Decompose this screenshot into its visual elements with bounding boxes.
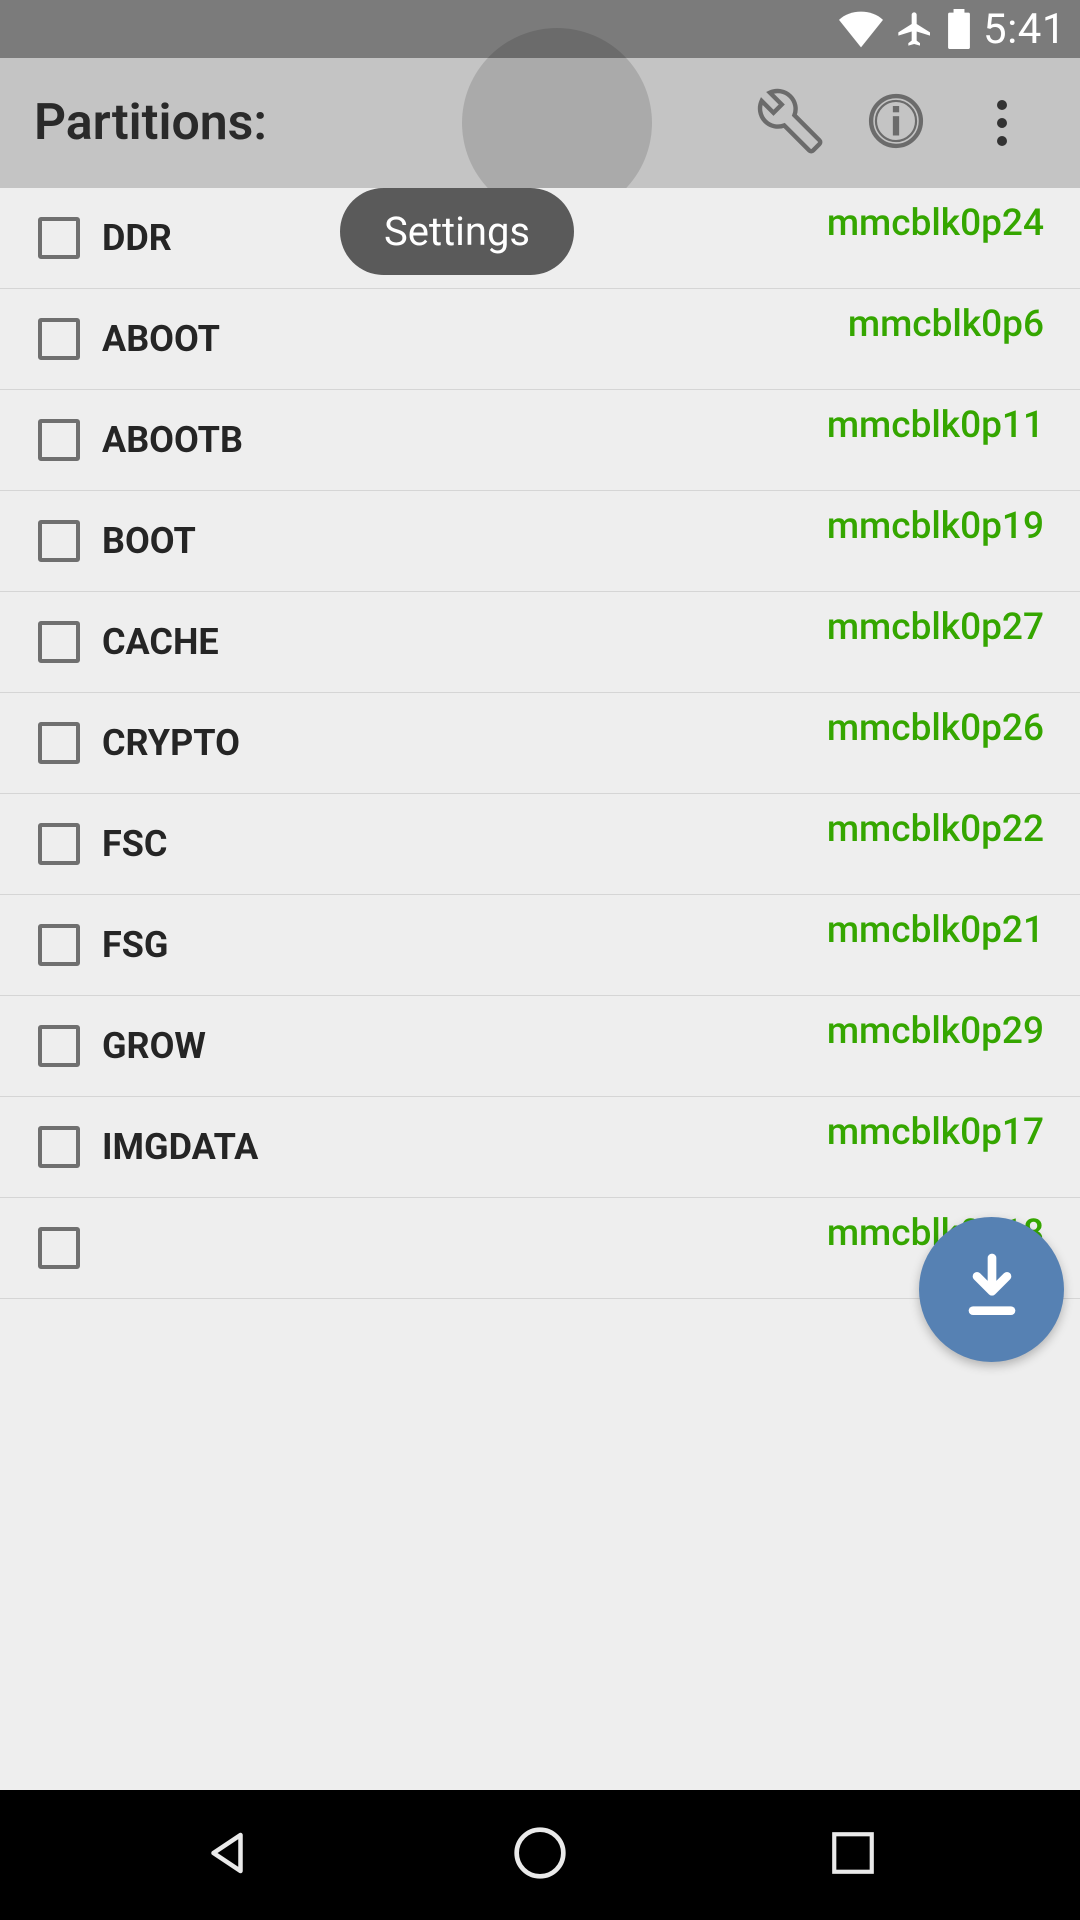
list-item[interactable]: mmcblk0p18	[0, 1198, 1080, 1299]
list-item[interactable]: GROWmmcblk0p29	[0, 996, 1080, 1097]
checkbox[interactable]	[38, 722, 80, 764]
recents-button[interactable]	[808, 1810, 898, 1900]
partition-list[interactable]: DDRmmcblk0p24ABOOTmmcblk0p6ABOOTBmmcblk0…	[0, 188, 1080, 1299]
partition-name: GROW	[102, 1025, 827, 1067]
list-item[interactable]: FSCmmcblk0p22	[0, 794, 1080, 895]
settings-button[interactable]	[760, 93, 820, 153]
home-button[interactable]	[495, 1810, 585, 1900]
checkbox[interactable]	[38, 924, 80, 966]
triangle-back-icon	[200, 1826, 254, 1884]
action-icons	[760, 58, 1080, 188]
screen: 5:41 Partitions: DDRmmcblk0p24ABOOTm	[0, 0, 1080, 1920]
tooltip-label: Settings	[384, 208, 530, 255]
partition-name: ABOOT	[102, 318, 848, 360]
wrench-icon	[757, 88, 823, 158]
partition-device: mmcblk0p6	[848, 289, 1044, 346]
checkbox[interactable]	[38, 621, 80, 663]
partition-device: mmcblk0p27	[827, 592, 1044, 649]
list-item[interactable]: BOOTmmcblk0p19	[0, 491, 1080, 592]
partition-device: mmcblk0p29	[827, 996, 1044, 1053]
partition-device: mmcblk0p21	[827, 895, 1044, 952]
info-button[interactable]	[866, 93, 926, 153]
partition-name: CRYPTO	[102, 722, 827, 764]
checkbox[interactable]	[38, 217, 80, 259]
status-bar: 5:41	[0, 0, 1080, 58]
checkbox[interactable]	[38, 1126, 80, 1168]
wifi-icon	[839, 10, 883, 48]
partition-name: FSC	[102, 823, 827, 865]
partition-device: mmcblk0p17	[827, 1097, 1044, 1154]
partition-device: mmcblk0p19	[827, 491, 1044, 548]
status-time: 5:41	[983, 5, 1066, 54]
page-title: Partitions:	[34, 94, 267, 152]
tooltip-settings: Settings	[340, 188, 574, 275]
battery-icon	[947, 9, 971, 49]
more-vert-icon	[997, 100, 1007, 146]
list-item[interactable]: FSGmmcblk0p21	[0, 895, 1080, 996]
info-icon	[867, 92, 925, 154]
partition-device: mmcblk0p24	[827, 188, 1044, 245]
checkbox[interactable]	[38, 1227, 80, 1269]
list-item[interactable]: ABOOTBmmcblk0p11	[0, 390, 1080, 491]
partition-name: BOOT	[102, 520, 827, 562]
partition-device: mmcblk0p26	[827, 693, 1044, 750]
list-item[interactable]: CRYPTOmmcblk0p26	[0, 693, 1080, 794]
overflow-menu-button[interactable]	[972, 93, 1032, 153]
checkbox[interactable]	[38, 318, 80, 360]
circle-home-icon	[512, 1825, 568, 1885]
airplane-icon	[895, 9, 935, 49]
content: DDRmmcblk0p24ABOOTmmcblk0p6ABOOTBmmcblk0…	[0, 188, 1080, 1790]
checkbox[interactable]	[38, 1025, 80, 1067]
checkbox[interactable]	[38, 419, 80, 461]
app-bar: Partitions:	[0, 58, 1080, 188]
square-recents-icon	[828, 1828, 878, 1882]
checkbox[interactable]	[38, 823, 80, 865]
partition-device: mmcblk0p11	[827, 390, 1044, 447]
download-fab[interactable]	[919, 1217, 1064, 1362]
partition-name: CACHE	[102, 621, 827, 663]
checkbox[interactable]	[38, 520, 80, 562]
partition-name: FSG	[102, 924, 827, 966]
navigation-bar	[0, 1790, 1080, 1920]
download-icon	[952, 1248, 1032, 1332]
partition-name: IMGDATA	[102, 1126, 827, 1168]
partition-name: ABOOTB	[102, 419, 827, 461]
list-item[interactable]: ABOOTmmcblk0p6	[0, 289, 1080, 390]
partition-device: mmcblk0p22	[827, 794, 1044, 851]
list-item[interactable]: IMGDATAmmcblk0p17	[0, 1097, 1080, 1198]
list-item[interactable]: CACHEmmcblk0p27	[0, 592, 1080, 693]
back-button[interactable]	[182, 1810, 272, 1900]
